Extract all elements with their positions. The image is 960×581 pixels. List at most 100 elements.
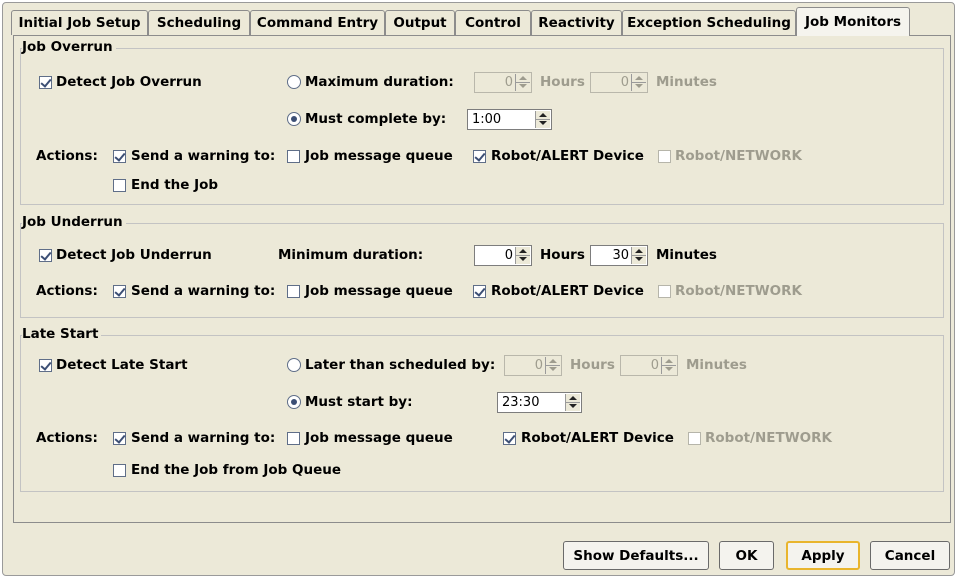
tab-reactivity[interactable]: Reactivity	[531, 10, 622, 35]
overrun-robot-alert-checkbox[interactable]	[473, 150, 486, 163]
late-start-send-warning-label: Send a warning to:	[131, 430, 276, 446]
max-hours-label: Hours	[540, 74, 585, 90]
apply-button[interactable]: Apply	[786, 541, 860, 570]
minimum-duration-label: Minimum duration:	[278, 247, 424, 263]
detect-job-underrun-checkbox[interactable]	[39, 249, 52, 262]
late-start-robot-alert-label: Robot/ALERT Device	[521, 430, 674, 446]
late-minutes-value: 0	[650, 358, 659, 373]
must-start-by-value: 23:30	[502, 395, 540, 410]
spinner-arrows	[631, 74, 646, 91]
must-start-by-radio[interactable]	[287, 395, 301, 409]
overrun-job-message-queue-checkbox[interactable]	[287, 150, 300, 163]
later-than-scheduled-radio[interactable]	[287, 358, 301, 372]
show-defaults-button[interactable]: Show Defaults...	[563, 541, 709, 570]
min-hours-label: Hours	[540, 247, 585, 263]
spinner-arrows	[515, 74, 530, 91]
min-hours-spinner[interactable]: 0	[474, 245, 532, 266]
late-hours-value: 0	[534, 358, 543, 373]
late-start-end-job-label: End the Job from Job Queue	[131, 462, 342, 478]
spinner-arrows	[535, 111, 550, 128]
later-than-scheduled-label: Later than scheduled by:	[305, 357, 496, 373]
ok-label: OK	[735, 547, 758, 564]
tab-label: Reactivity	[538, 15, 615, 31]
tab-job-monitors[interactable]: Job Monitors	[796, 7, 910, 36]
late-minutes-label: Minutes	[686, 357, 747, 373]
detect-job-overrun-checkbox[interactable]	[39, 76, 52, 89]
late-start-job-message-queue-checkbox[interactable]	[287, 432, 300, 445]
spinner-arrows	[661, 357, 676, 374]
underrun-send-warning-checkbox[interactable]	[113, 285, 126, 298]
late-start-job-message-queue-label: Job message queue	[305, 430, 453, 446]
late-start-end-job-checkbox[interactable]	[113, 464, 126, 477]
tab-label: Output	[393, 15, 447, 31]
tab-label: Command Entry	[256, 15, 379, 31]
max-minutes-label: Minutes	[656, 74, 717, 90]
tab-label: Control	[465, 15, 521, 31]
tab-exception-scheduling[interactable]: Exception Scheduling	[622, 10, 796, 35]
underrun-job-message-queue-checkbox[interactable]	[287, 285, 300, 298]
overrun-robot-network-checkbox[interactable]	[658, 150, 671, 163]
overrun-job-message-queue-label: Job message queue	[305, 148, 453, 164]
must-start-by-label: Must start by:	[305, 394, 413, 410]
spinner-arrows	[515, 247, 530, 264]
must-complete-by-radio[interactable]	[287, 112, 301, 126]
underrun-robot-alert-label: Robot/ALERT Device	[491, 283, 644, 299]
late-start-actions-label: Actions:	[36, 430, 98, 446]
spinner-arrows	[631, 247, 646, 264]
underrun-send-warning-label: Send a warning to:	[131, 283, 276, 299]
spin-down-arrow-icon[interactable]	[632, 255, 646, 263]
min-minutes-label: Minutes	[656, 247, 717, 263]
overrun-robot-alert-label: Robot/ALERT Device	[491, 148, 644, 164]
late-minutes-spinner[interactable]: 0	[620, 355, 678, 376]
min-hours-value: 0	[504, 248, 513, 263]
max-minutes-spinner[interactable]: 0	[590, 72, 648, 93]
max-hours-value: 0	[504, 75, 513, 90]
job-monitors-panel: Job Overrun Detect Job Overrun Maximum d…	[13, 35, 951, 523]
tab-command-entry[interactable]: Command Entry	[250, 10, 385, 35]
tab-initial-job-setup[interactable]: Initial Job Setup	[11, 10, 148, 35]
detect-job-underrun-label: Detect Job Underrun	[56, 247, 212, 263]
overrun-robot-network-label: Robot/NETWORK	[675, 148, 802, 164]
tab-output[interactable]: Output	[385, 10, 455, 35]
late-hours-label: Hours	[570, 357, 615, 373]
spin-down-arrow-icon[interactable]	[536, 119, 550, 127]
tab-label: Exception Scheduling	[627, 15, 791, 31]
tab-label: Initial Job Setup	[18, 15, 141, 31]
spinner-arrows	[565, 394, 580, 411]
late-start-send-warning-checkbox[interactable]	[113, 432, 126, 445]
underrun-job-message-queue-label: Job message queue	[305, 283, 453, 299]
tab-label: Scheduling	[156, 15, 242, 31]
must-complete-by-label: Must complete by:	[305, 111, 447, 127]
spin-down-arrow-icon[interactable]	[632, 82, 646, 90]
tab-control[interactable]: Control	[455, 10, 531, 35]
detect-late-start-checkbox[interactable]	[39, 359, 52, 372]
overrun-send-warning-label: Send a warning to:	[131, 148, 276, 164]
late-start-robot-network-checkbox[interactable]	[688, 432, 701, 445]
detect-job-overrun-label: Detect Job Overrun	[56, 74, 202, 90]
job-underrun-title: Job Underrun	[22, 214, 126, 230]
late-start-robot-alert-checkbox[interactable]	[503, 432, 516, 445]
underrun-robot-network-checkbox[interactable]	[658, 285, 671, 298]
spin-down-arrow-icon[interactable]	[546, 365, 560, 373]
detect-late-start-label: Detect Late Start	[56, 357, 188, 373]
underrun-robot-alert-checkbox[interactable]	[473, 285, 486, 298]
late-hours-spinner[interactable]: 0	[504, 355, 562, 376]
overrun-send-warning-checkbox[interactable]	[113, 150, 126, 163]
maximum-duration-radio[interactable]	[287, 75, 301, 89]
must-complete-by-time-spinner[interactable]: 1:00	[467, 109, 552, 130]
max-minutes-value: 0	[620, 75, 629, 90]
tab-scheduling[interactable]: Scheduling	[148, 10, 250, 35]
ok-button[interactable]: OK	[719, 541, 774, 570]
must-complete-by-value: 1:00	[472, 112, 502, 127]
show-defaults-label: Show Defaults...	[573, 547, 699, 564]
max-hours-spinner[interactable]: 0	[474, 72, 532, 93]
cancel-button[interactable]: Cancel	[870, 541, 950, 570]
spinner-arrows	[545, 357, 560, 374]
spin-down-arrow-icon[interactable]	[662, 365, 676, 373]
overrun-end-job-checkbox[interactable]	[113, 179, 126, 192]
must-start-by-time-spinner[interactable]: 23:30	[497, 392, 582, 413]
spin-down-arrow-icon[interactable]	[516, 255, 530, 263]
spin-down-arrow-icon[interactable]	[566, 402, 580, 410]
spin-down-arrow-icon[interactable]	[516, 82, 530, 90]
min-minutes-spinner[interactable]: 30	[590, 245, 648, 266]
